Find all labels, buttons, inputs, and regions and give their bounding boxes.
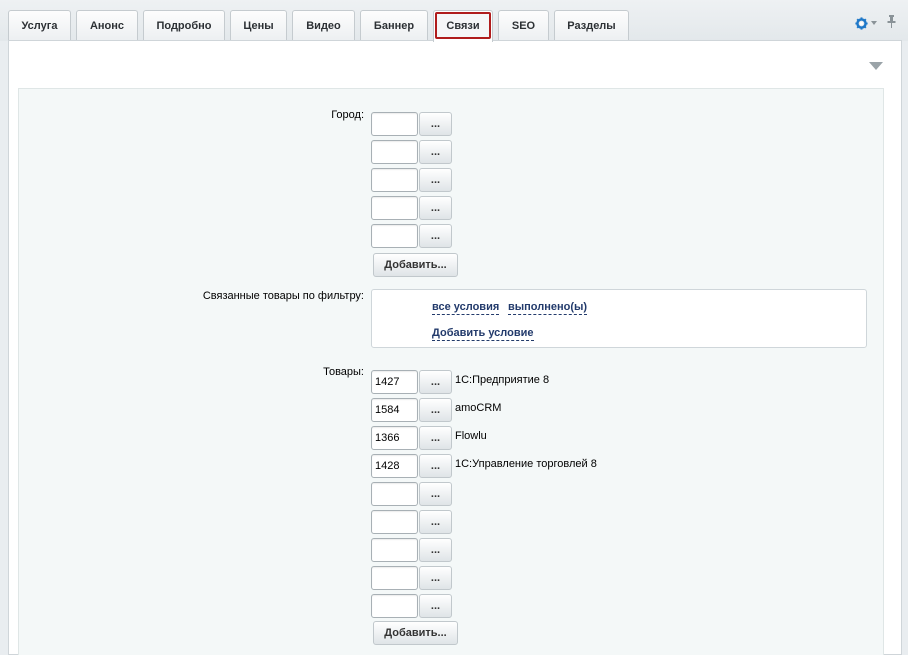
tab-label: Анонс xyxy=(89,20,125,32)
city-input-3[interactable] xyxy=(371,168,418,192)
filter-condition-box: все условия выполнено(ы) Добавить услови… xyxy=(371,289,867,348)
tab-label: Видео xyxy=(306,20,341,32)
product-name-3: Flowlu xyxy=(455,430,487,442)
tab-prices[interactable]: Цены xyxy=(230,10,287,41)
tab-label: Подробно xyxy=(156,20,212,32)
collapse-arrow-icon[interactable] xyxy=(869,61,883,73)
tab-seo[interactable]: SEO xyxy=(498,10,549,41)
product-id-input-5[interactable] xyxy=(371,482,418,506)
city-browse-button-2[interactable]: ... xyxy=(419,140,452,164)
tab-label: Цены xyxy=(243,20,274,32)
product-name-4: 1С:Управление торговлей 8 xyxy=(455,458,597,470)
city-browse-button-3[interactable]: ... xyxy=(419,168,452,192)
fulfilled-link[interactable]: выполнено(ы) xyxy=(508,301,588,315)
city-input-4[interactable] xyxy=(371,196,418,220)
tab-video[interactable]: Видео xyxy=(292,10,355,41)
filter-label: Связанные товары по фильтру: xyxy=(202,290,364,302)
product-id-input-4[interactable] xyxy=(371,454,418,478)
city-browse-button-4[interactable]: ... xyxy=(419,196,452,220)
tab-banner[interactable]: Баннер xyxy=(360,10,428,41)
all-conditions-link[interactable]: все условия xyxy=(432,301,500,315)
city-input-5[interactable] xyxy=(371,224,418,248)
product-id-input-1[interactable] xyxy=(371,370,418,394)
tab-label: Связи xyxy=(446,19,480,32)
product-browse-button-5[interactable]: ... xyxy=(419,482,452,506)
tab-details[interactable]: Подробно xyxy=(143,10,225,41)
add-condition-link[interactable]: Добавить условие xyxy=(432,327,534,341)
tab-bar: Услуга Анонс Подробно Цены Видео Баннер … xyxy=(0,0,908,42)
gear-icon[interactable] xyxy=(855,16,877,30)
tab-label: Разделы xyxy=(567,20,616,32)
tab-service[interactable]: Услуга xyxy=(8,10,71,41)
product-id-input-7[interactable] xyxy=(371,538,418,562)
product-browse-button-3[interactable]: ... xyxy=(419,426,452,450)
city-browse-button-1[interactable]: ... xyxy=(419,112,452,136)
tab-announce[interactable]: Анонс xyxy=(76,10,138,41)
product-browse-button-4[interactable]: ... xyxy=(419,454,452,478)
product-id-input-6[interactable] xyxy=(371,510,418,534)
products-add-button[interactable]: Добавить... xyxy=(373,621,458,645)
active-tab-outline: Связи xyxy=(435,12,491,39)
product-browse-button-2[interactable]: ... xyxy=(419,398,452,422)
city-input-1[interactable] xyxy=(371,112,418,136)
city-add-button[interactable]: Добавить... xyxy=(373,253,458,277)
city-browse-button-5[interactable]: ... xyxy=(419,224,452,248)
products-label: Товары: xyxy=(323,366,364,378)
product-browse-button-1[interactable]: ... xyxy=(419,370,452,394)
product-id-input-8[interactable] xyxy=(371,566,418,590)
product-browse-button-8[interactable]: ... xyxy=(419,566,452,590)
product-id-input-3[interactable] xyxy=(371,426,418,450)
pin-icon[interactable] xyxy=(887,15,896,31)
tab-label: SEO xyxy=(511,20,536,32)
product-browse-button-9[interactable]: ... xyxy=(419,594,452,618)
product-browse-button-7[interactable]: ... xyxy=(419,538,452,562)
tab-sections[interactable]: Разделы xyxy=(554,10,629,41)
tab-label: Услуга xyxy=(21,20,58,32)
product-id-input-2[interactable] xyxy=(371,398,418,422)
city-label: Город: xyxy=(331,109,364,121)
city-input-2[interactable] xyxy=(371,140,418,164)
product-name-1: 1С:Предприятие 8 xyxy=(455,374,550,386)
tab-label: Баннер xyxy=(373,20,415,32)
tab-tools xyxy=(855,15,896,31)
product-browse-button-6[interactable]: ... xyxy=(419,510,452,534)
tab-links[interactable]: Связи xyxy=(433,10,493,42)
product-name-2: amoCRM xyxy=(455,402,502,414)
page: Услуга Анонс Подробно Цены Видео Баннер … xyxy=(0,0,908,655)
chevron-down-icon xyxy=(871,21,877,25)
product-id-input-9[interactable] xyxy=(371,594,418,618)
